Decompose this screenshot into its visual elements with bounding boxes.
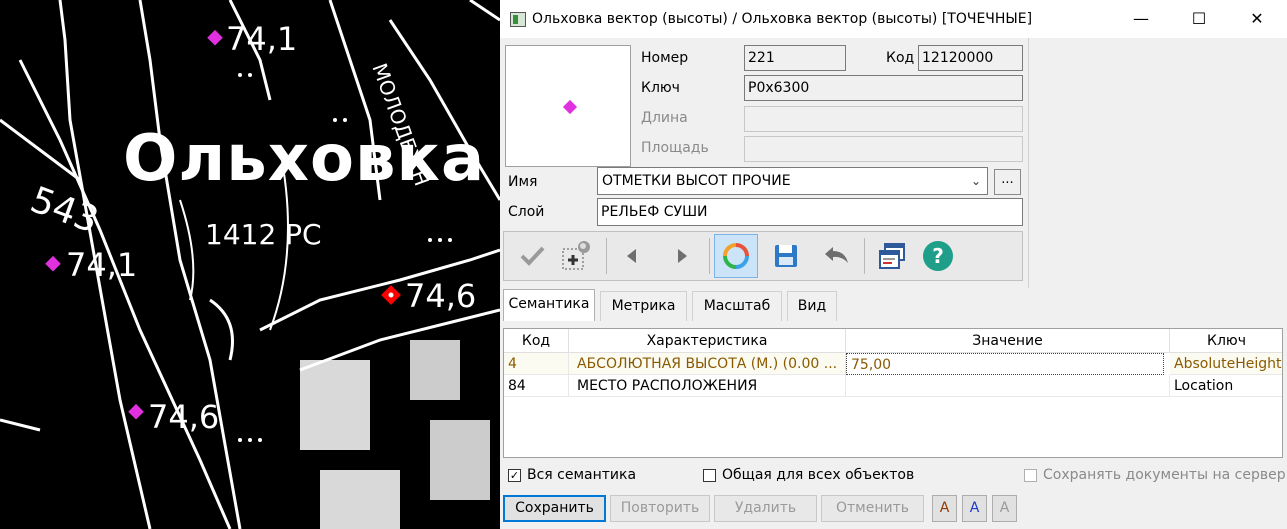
window-title: Ольховка вектор (высоты) / Ольховка вект… <box>532 11 1033 27</box>
table-cell-characteristic[interactable]: АБСОЛЮТНАЯ ВЫСОТА (М.) (0.00 ... <box>569 353 846 375</box>
table-cell-value-editor[interactable]: 75,00 <box>846 353 1164 375</box>
layer-label: Слой <box>508 204 545 220</box>
column-header-key[interactable]: Ключ <box>1170 329 1282 353</box>
checkbox-unchecked-icon[interactable] <box>703 468 716 482</box>
save-docs-label: Сохранять документы на сервер <box>1043 467 1286 483</box>
toolbar-separator <box>709 238 710 274</box>
toolbar-separator <box>864 238 865 274</box>
app-icon <box>510 12 526 27</box>
save-icon[interactable] <box>764 234 808 278</box>
area-field <box>744 136 1023 162</box>
length-field <box>744 106 1023 132</box>
right-pane <box>1028 38 1287 288</box>
minimize-button[interactable]: — <box>1112 0 1170 38</box>
semantics-table: Код Характеристика Значение Ключ 4 АБСОЛ… <box>503 328 1283 458</box>
name-label: Имя <box>508 174 538 190</box>
table-cell-code[interactable]: 4 <box>504 353 569 375</box>
help-icon[interactable]: ? <box>916 234 960 278</box>
font-a-button[interactable]: A <box>992 495 1017 522</box>
table-cell-value[interactable] <box>846 375 1170 397</box>
number-label: Номер <box>641 50 689 66</box>
delete-button[interactable]: Удалить <box>714 495 817 522</box>
tab-metrics[interactable]: Метрика <box>600 291 687 321</box>
name-combobox-value: ОТМЕТКИ ВЫСОТ ПРОЧИЕ <box>602 173 791 189</box>
table-cell-key[interactable]: Location <box>1170 375 1282 397</box>
arrow-left-icon[interactable] <box>610 234 654 278</box>
table-cell-characteristic[interactable]: МЕСТО РАСПОЛОЖЕНИЯ <box>569 375 846 397</box>
map-height-label-selected: 74,6 <box>405 277 477 315</box>
common-objects-checkbox[interactable]: Общая для всех объектов <box>703 467 914 483</box>
toolbar: ? <box>503 231 1023 281</box>
column-header-value[interactable]: Значение <box>846 329 1170 353</box>
all-semantics-checkbox[interactable]: ✓ Вся семантика <box>508 467 636 483</box>
save-button[interactable]: Сохранить <box>503 495 606 522</box>
tab-semantics[interactable]: Семантика <box>503 289 595 321</box>
checkmark-icon[interactable] <box>510 234 554 278</box>
refresh-icon[interactable] <box>714 234 758 278</box>
checkbox-unchecked-icon <box>1024 468 1037 482</box>
title-bar[interactable]: Ольховка вектор (высоты) / Ольховка вект… <box>500 0 1287 38</box>
chevron-down-icon[interactable]: ⌄ <box>971 168 981 194</box>
object-dialog: Ольховка вектор (высоты) / Ольховка вект… <box>500 0 1287 529</box>
font-a-button[interactable]: A <box>932 495 957 522</box>
repeat-button[interactable]: Повторить <box>610 495 710 522</box>
name-browse-button[interactable]: ... <box>994 169 1021 195</box>
add-point-icon[interactable] <box>554 234 598 278</box>
close-button[interactable]: ✕ <box>1228 0 1286 38</box>
tab-scale[interactable]: Масштаб <box>692 291 782 321</box>
tab-view[interactable]: Вид <box>787 291 837 321</box>
table-cell-key[interactable]: AbsoluteHeight <box>1170 353 1282 375</box>
key-label: Ключ <box>641 80 680 96</box>
cancel-button[interactable]: Отменить <box>821 495 924 522</box>
length-label: Длина <box>641 110 688 126</box>
maximize-button[interactable]: ☐ <box>1170 0 1228 38</box>
number-field[interactable]: 221 <box>744 45 846 71</box>
map-code-label: 1412 РС <box>205 218 322 251</box>
common-objects-label: Общая для всех объектов <box>722 467 915 483</box>
point-symbol-icon <box>562 99 578 115</box>
undo-icon[interactable] <box>814 234 858 278</box>
arrow-right-icon[interactable] <box>660 234 704 278</box>
area-label: Площадь <box>641 140 709 156</box>
name-combobox[interactable]: ОТМЕТКИ ВЫСОТ ПРОЧИЕ ⌄ <box>597 167 988 195</box>
map-canvas[interactable]: 74,1 Ольховка 1412 РС 543 МОЛОДЕЖН 74,1 … <box>0 0 500 529</box>
table-cell-code[interactable]: 84 <box>504 375 569 397</box>
code-label: Код <box>886 50 915 66</box>
map-height-label: 74,1 <box>226 20 298 58</box>
map-place-name: Ольховка <box>123 122 486 196</box>
map-height-label: 74,6 <box>148 398 220 436</box>
layer-field[interactable]: РЕЛЬЕФ СУШИ <box>597 198 1023 226</box>
key-field[interactable]: P0x6300 <box>744 75 1023 101</box>
svg-text:?: ? <box>932 244 944 268</box>
column-header-code[interactable]: Код <box>504 329 569 353</box>
toolbar-separator <box>606 238 607 274</box>
save-docs-checkbox: Сохранять документы на сервер <box>1024 467 1286 483</box>
all-semantics-label: Вся семантика <box>527 467 637 483</box>
checkbox-checked-icon[interactable]: ✓ <box>508 468 521 482</box>
object-preview <box>505 45 631 167</box>
code-field[interactable]: 12120000 <box>918 45 1023 71</box>
font-a-button[interactable]: A <box>962 495 987 522</box>
map-height-label: 74,1 <box>66 246 138 284</box>
window-icon[interactable] <box>870 234 914 278</box>
column-header-characteristic[interactable]: Характеристика <box>569 329 846 353</box>
